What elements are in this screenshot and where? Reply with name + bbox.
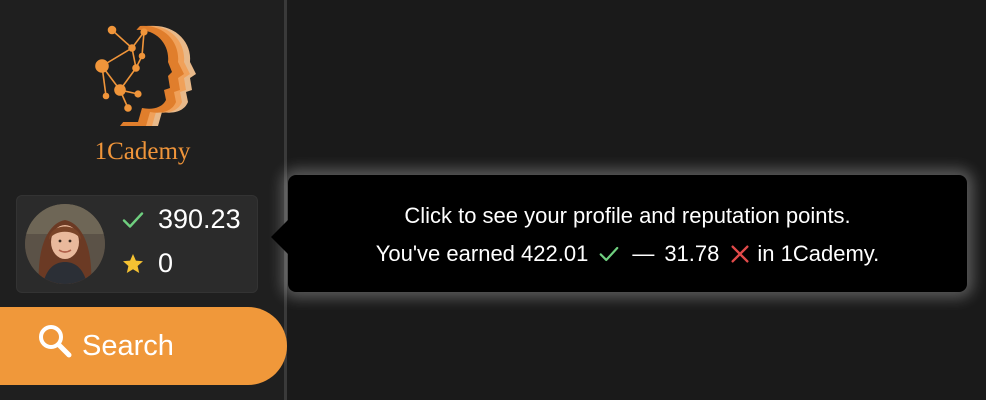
- tooltip-line-2: You've earned 422.01 — 31.78 in 1Cademy.: [288, 241, 967, 267]
- cross-icon: [729, 243, 751, 265]
- brand-name: 1Cademy: [94, 138, 191, 165]
- tooltip-suffix-text: in 1Cademy.: [757, 241, 880, 266]
- tooltip-arrow: [271, 219, 289, 255]
- tooltip-dash: —: [632, 241, 655, 266]
- profile-tooltip: Click to see your profile and reputation…: [271, 175, 967, 292]
- tooltip-line-1: Click to see your profile and reputation…: [404, 203, 851, 228]
- search-label: Search: [82, 329, 174, 362]
- check-icon: [598, 243, 620, 265]
- search-button[interactable]: Search: [0, 307, 287, 385]
- avatar[interactable]: [25, 204, 105, 284]
- check-icon: [120, 207, 146, 233]
- reputation-stat: 390.23: [120, 204, 241, 235]
- stars-value: 0: [158, 248, 174, 278]
- reputation-value: 390.23: [158, 204, 241, 234]
- star-icon: [120, 251, 146, 277]
- sidebar: 1Cademy 390.23 0 Search: [0, 0, 287, 400]
- tooltip-earned-text: You've earned 422.01: [375, 241, 589, 266]
- tooltip-negative-value: 31.78: [664, 241, 720, 266]
- brand-logo-icon[interactable]: [80, 18, 210, 130]
- stars-stat: 0: [120, 248, 173, 279]
- search-icon: [36, 322, 76, 362]
- profile-card[interactable]: 390.23 0: [16, 195, 258, 293]
